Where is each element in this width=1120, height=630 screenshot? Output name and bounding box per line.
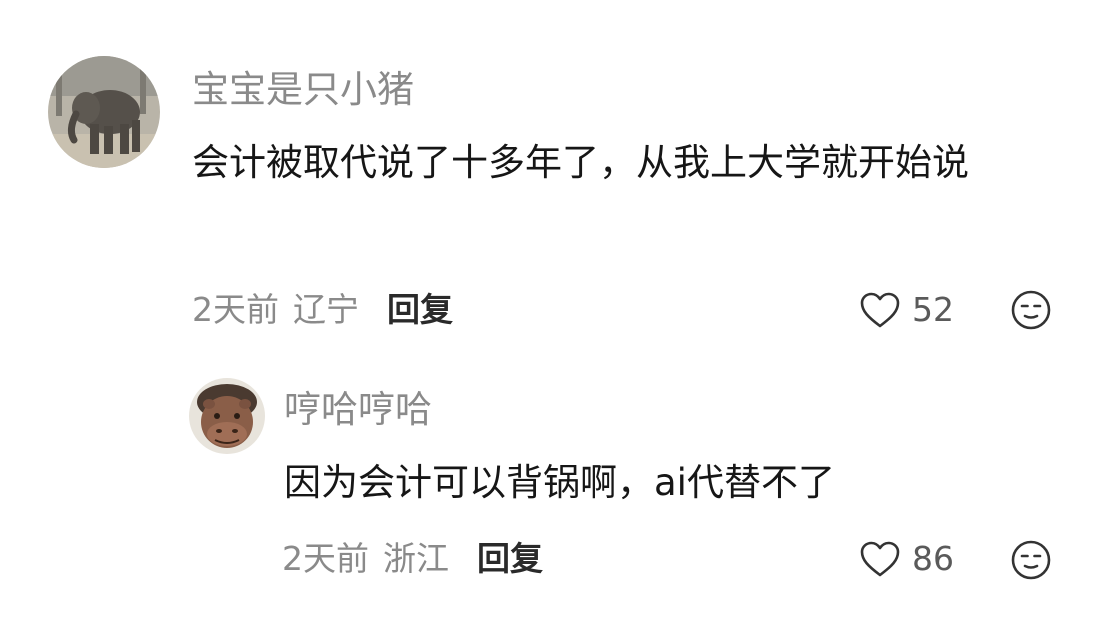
- user-avatar[interactable]: [189, 378, 265, 454]
- elephant-avatar-icon: [48, 56, 160, 168]
- comment-location: 浙江: [383, 539, 449, 578]
- username[interactable]: 宝宝是只小猪: [192, 68, 414, 112]
- hippo-avatar-icon: [189, 378, 265, 454]
- like-button[interactable]: 52: [858, 290, 954, 330]
- reply-button[interactable]: 回复: [387, 290, 453, 330]
- user-avatar[interactable]: [48, 56, 160, 168]
- username[interactable]: 哼哈哼哈: [284, 388, 432, 432]
- neutral-face-icon: [1011, 290, 1051, 330]
- comment-meta: 2天前 浙江 回复: [282, 539, 543, 579]
- comment-time: 2天前: [192, 290, 279, 329]
- comment-text: 会计被取代说了十多年了，从我上大学就开始说: [192, 141, 969, 184]
- comment-meta: 2天前 辽宁 回复: [192, 290, 453, 330]
- like-count: 86: [912, 539, 954, 578]
- dislike-button[interactable]: [1010, 539, 1052, 581]
- like-button[interactable]: 86: [858, 539, 954, 579]
- comment-time: 2天前: [282, 539, 369, 578]
- neutral-face-icon: [1011, 540, 1051, 580]
- heart-outline-icon: [858, 539, 902, 579]
- comment-location: 辽宁: [293, 290, 359, 329]
- like-count: 52: [912, 290, 954, 329]
- reply-button[interactable]: 回复: [477, 539, 543, 579]
- dislike-button[interactable]: [1010, 289, 1052, 331]
- heart-outline-icon: [858, 290, 902, 330]
- comment-text: 因为会计可以背锅啊，ai代替不了: [284, 461, 835, 504]
